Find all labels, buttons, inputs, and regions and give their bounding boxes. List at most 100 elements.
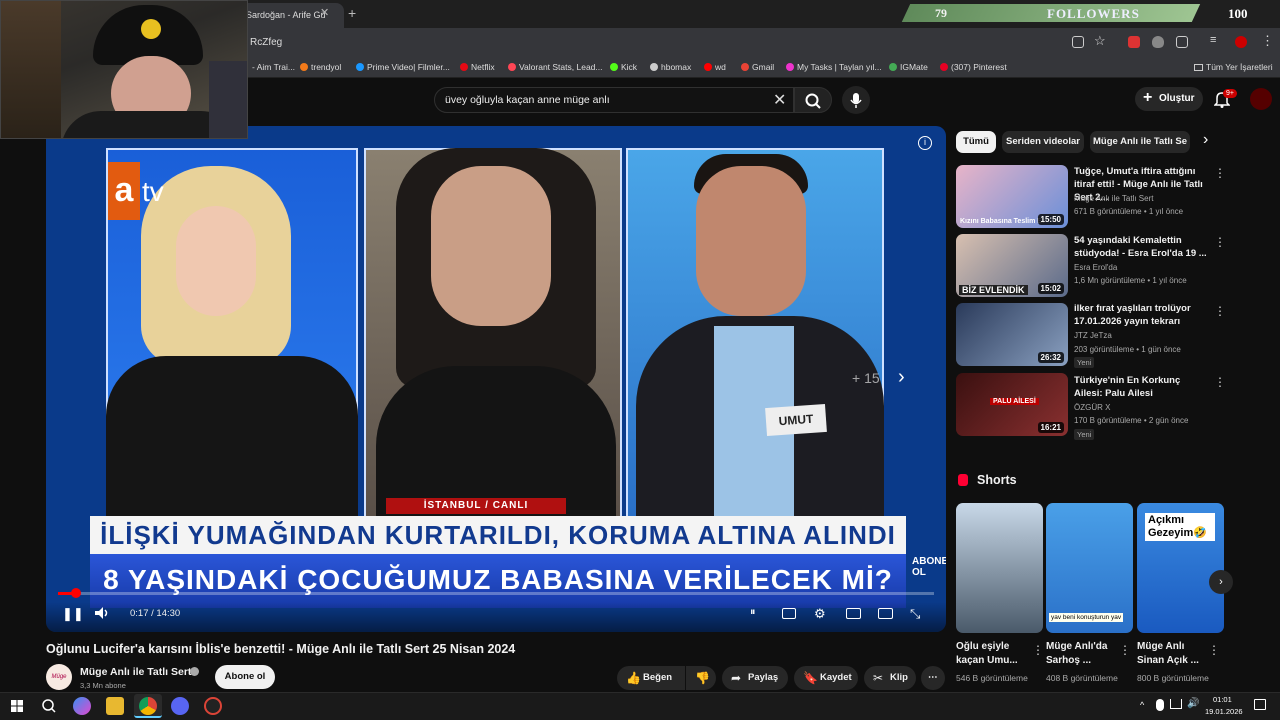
dislike-button[interactable]: 👎 (686, 666, 716, 690)
clip-button[interactable]: ✂ Klip (864, 666, 916, 690)
rec-title[interactable]: Türkiye'nin En Korkunç Ailesi: Palu Aile… (1074, 374, 1210, 400)
video-player[interactable]: UMUT a tv İSTANBUL / CANLI İLİŞKİ YUMAĞI… (46, 126, 946, 632)
chip-series[interactable]: Seriden videolar (1002, 131, 1084, 153)
progress-scrubber[interactable] (71, 588, 81, 598)
extensions-puzzle-icon[interactable] (1176, 36, 1188, 48)
clock-date[interactable]: 19.01.2026 (1205, 707, 1243, 716)
install-icon[interactable] (1072, 36, 1084, 48)
rec-thumbnail[interactable]: PALU AİLESİ 16:21 (956, 373, 1068, 436)
volume-icon[interactable] (94, 606, 112, 620)
bookmark-item[interactable]: trendyol (300, 62, 341, 72)
chip-all[interactable]: Tümü (956, 131, 996, 153)
tab-close-icon[interactable]: ✕ (320, 6, 329, 19)
short-thumbnail[interactable] (956, 503, 1043, 633)
windows-start-icon[interactable] (8, 697, 26, 715)
short-more-icon[interactable]: ⋮ (1119, 643, 1131, 657)
short-thumbnail[interactable]: yav beni konuşturun yav (1046, 503, 1133, 633)
rec-thumbnail[interactable]: Kızını Babasına Teslim Et 15:50 (956, 165, 1068, 228)
rec-thumbnail[interactable]: 26:32 (956, 303, 1068, 366)
rec-channel[interactable]: Müge Anlı ile Tatlı Sert (1074, 194, 1153, 203)
search-query[interactable]: üvey oğluyla kaçan anne müge anlı (445, 94, 610, 106)
chips-next-icon[interactable]: › (1203, 131, 1208, 149)
rec-more-icon[interactable]: ⋮ (1214, 166, 1226, 180)
subscribe-watermark[interactable]: ABONE OL (912, 556, 946, 578)
bookmark-item[interactable]: Netflix (460, 62, 495, 72)
rec-channel[interactable]: ÖZGÜR X (1074, 403, 1110, 412)
like-button[interactable]: 👍 Beğen (617, 666, 685, 690)
channel-name[interactable]: Müge Anlı ile Tatlı Sert (80, 666, 191, 678)
discord-icon[interactable] (171, 697, 189, 715)
rec-meta: 170 B görüntüleme • 2 gün önce (1074, 416, 1189, 425)
create-button[interactable]: + Oluştur (1135, 87, 1203, 111)
volume-tray-icon[interactable]: 🔊 (1187, 698, 1199, 709)
bookmark-item[interactable]: Prime Video| Filmler... (356, 62, 450, 72)
shield-icon[interactable] (1152, 36, 1164, 48)
subtitles-icon[interactable] (782, 608, 796, 619)
tab-search-icon[interactable]: ≡ (1210, 34, 1216, 46)
bookmark-item[interactable]: - Aim Trai... (252, 62, 295, 72)
clear-search-icon[interactable]: ✕ (773, 90, 786, 110)
tray-chevron-icon[interactable]: ^ (1140, 700, 1144, 710)
short-thumbnail[interactable]: Açıkmı Gezeyim🤣 (1137, 503, 1224, 633)
settings-gear-icon[interactable]: ⚙ (814, 606, 826, 622)
copilot-icon[interactable] (73, 697, 91, 715)
rec-more-icon[interactable]: ⋮ (1214, 304, 1226, 318)
pause-icon[interactable]: ❚❚ (62, 606, 84, 622)
file-explorer-icon[interactable] (106, 697, 124, 715)
bookmark-item[interactable]: My Tasks | Taylan yıl... (786, 62, 882, 72)
chrome-icon (139, 697, 157, 715)
save-button[interactable]: 🔖 Kaydet (794, 666, 858, 690)
miniplayer-icon[interactable] (846, 608, 861, 619)
mic-tray-icon[interactable] (1156, 699, 1164, 711)
network-icon[interactable] (1170, 699, 1182, 709)
cast-icon[interactable] (878, 608, 893, 619)
menu-dots-icon[interactable]: ⋮ (1261, 33, 1274, 49)
new-badge: Yeni (1074, 357, 1095, 368)
bookmark-item[interactable]: Valorant Stats, Lead... (508, 62, 602, 72)
autoplay-toggle-icon[interactable]: ⏸ (750, 606, 756, 619)
star-icon[interactable]: ☆ (1094, 33, 1106, 49)
rec-thumbnail[interactable]: BİZ EVLENDİK 15:02 (956, 234, 1068, 297)
bookmark-item[interactable]: Gmail (741, 62, 774, 72)
rec-title[interactable]: 54 yaşındaki Kemalettin stüdyoda! - Esra… (1074, 234, 1210, 260)
chrome-alt-icon[interactable] (204, 697, 222, 715)
rec-more-icon[interactable]: ⋮ (1214, 375, 1226, 389)
share-button[interactable]: ➦ Paylaş (722, 666, 788, 690)
short-more-icon[interactable]: ⋮ (1032, 643, 1044, 657)
rec-more-icon[interactable]: ⋮ (1214, 235, 1226, 249)
search-button[interactable] (794, 87, 832, 113)
short-title[interactable]: Müge Anlı Sinan Açık ... (1137, 640, 1211, 668)
bookmark-item[interactable]: wd (704, 62, 726, 72)
bookmark-item[interactable]: (307) Pinterest (940, 62, 1007, 72)
bookmark-item[interactable]: Kick (610, 62, 637, 72)
extension-icon[interactable] (1128, 36, 1140, 48)
chrome-taskbar-item[interactable] (134, 694, 162, 718)
next-chevron-icon[interactable]: › (898, 366, 905, 389)
more-actions-button[interactable]: ⋯ (921, 666, 945, 690)
notification-center-icon[interactable] (1254, 699, 1266, 710)
short-title[interactable]: Müge Anlı'da Sarhoş ... (1046, 640, 1120, 668)
clock-time[interactable]: 01:01 (1213, 695, 1232, 704)
bookmark-item[interactable]: hbomax (650, 62, 691, 72)
info-icon[interactable]: i (918, 136, 932, 150)
url-text[interactable]: RcZfeg (250, 37, 282, 48)
bookmark-item[interactable]: IGMate (889, 62, 928, 72)
webcam-overlay (0, 0, 248, 139)
rec-channel[interactable]: JTZ JeTza (1074, 331, 1112, 340)
all-bookmarks[interactable]: Tüm Yer İşaretleri (1194, 62, 1273, 72)
rec-channel[interactable]: Esra Erol'da (1074, 263, 1117, 272)
profile-icon[interactable] (1235, 36, 1247, 48)
search-icon[interactable] (40, 697, 58, 715)
rec-title[interactable]: ilker fırat yaşlıları trolüyor 17.01.202… (1074, 302, 1210, 328)
short-more-icon[interactable]: ⋮ (1208, 643, 1220, 657)
subscribe-button[interactable]: Abone ol (215, 665, 275, 689)
progress-bar[interactable] (58, 592, 934, 595)
new-tab-button[interactable]: + (348, 5, 356, 21)
account-avatar[interactable] (1250, 88, 1272, 110)
fullscreen-icon[interactable]: ⤡ (910, 606, 920, 622)
chip-channel[interactable]: Müge Anlı ile Tatlı Se (1090, 131, 1190, 153)
channel-avatar[interactable]: Müge Anlı (46, 664, 72, 706)
shorts-next-icon[interactable]: › (1209, 570, 1233, 594)
short-title[interactable]: Oğlu eşiyle kaçan Umu... (956, 640, 1030, 668)
voice-search-button[interactable] (842, 86, 870, 114)
